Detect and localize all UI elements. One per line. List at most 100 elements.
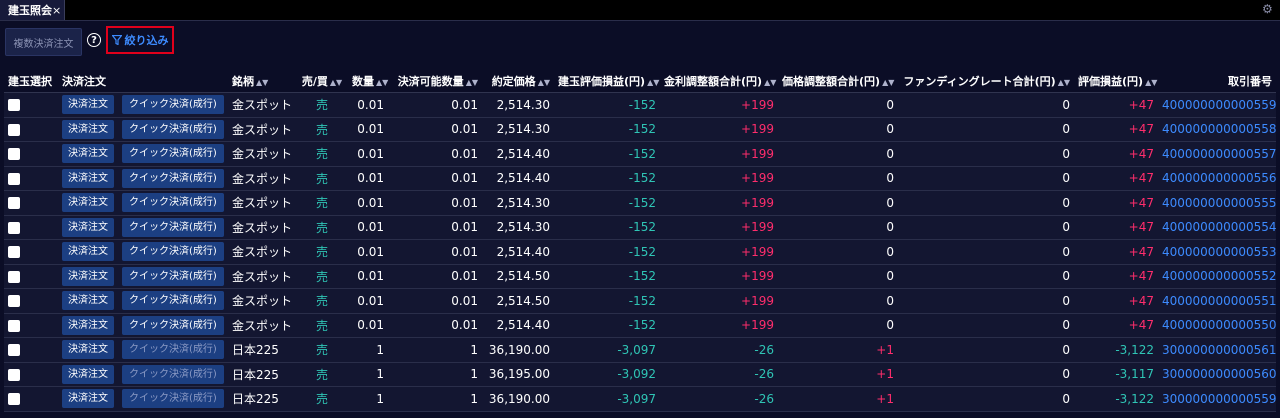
positions-table: 建玉選択 決済注文 銘柄 ▲▼ 売/買 ▲▼ 数量 ▲▼ 決済可能数量 ▲▼ 約定価格 ▲… xyxy=(4,70,1277,412)
interest-cell: +199 xyxy=(660,264,778,289)
trade-number-link[interactable]: 400000000000551 xyxy=(1158,288,1277,314)
qty-cell: 0.01 xyxy=(348,264,388,289)
row-checkbox[interactable] xyxy=(8,221,20,234)
filter-button[interactable]: 絞り込み xyxy=(106,26,174,54)
trade-number-link[interactable]: 400000000000550 xyxy=(1158,313,1277,338)
total-pl-cell: +47 xyxy=(1074,190,1158,216)
quick-cell: クイック決済(成行) xyxy=(118,264,228,289)
settle-order-button[interactable]: 決済注文 xyxy=(62,389,114,409)
eval-pl-cell: -3,097 xyxy=(554,386,660,412)
col-eval-pl[interactable]: 建玉評価損益(円) ▲▼ xyxy=(554,70,660,93)
settle-order-button[interactable]: 決済注文 xyxy=(62,119,114,139)
price-cell: 2,514.50 xyxy=(482,288,554,314)
settle-order-button[interactable]: 決済注文 xyxy=(62,95,114,115)
col-funding[interactable]: ファンディングレート合計(円) ▲▼ xyxy=(898,70,1074,93)
row-checkbox[interactable] xyxy=(8,344,20,357)
col-interest[interactable]: 金利調整額合計(円) ▲▼ xyxy=(660,70,778,93)
side-cell: 売 xyxy=(296,239,348,265)
quick-settle-button[interactable]: クイック決済(成行) xyxy=(122,315,224,335)
funding-cell: 0 xyxy=(898,215,1074,240)
quick-settle-button[interactable]: クイック決済(成行) xyxy=(122,340,224,360)
price-adj-cell: 0 xyxy=(778,288,898,314)
row-select-cell xyxy=(4,239,58,265)
help-icon[interactable]: ? xyxy=(87,33,101,47)
settle-order-button[interactable]: 決済注文 xyxy=(62,266,114,286)
settle-order-button[interactable]: 決済注文 xyxy=(62,242,114,262)
row-select-cell xyxy=(4,386,58,412)
settle-cell: 決済注文 xyxy=(58,239,118,265)
trade-number-link[interactable]: 300000000000561 xyxy=(1158,337,1277,363)
quick-settle-button[interactable]: クイック決済(成行) xyxy=(122,291,224,311)
quick-settle-button[interactable]: クイック決済(成行) xyxy=(122,217,224,237)
col-price-adj[interactable]: 価格調整額合計(円) ▲▼ xyxy=(778,70,898,93)
table-row: 決済注文 クイック決済(成行) 日本225 売 1 1 36,190.00 -3… xyxy=(4,337,1277,363)
trade-number-link[interactable]: 300000000000560 xyxy=(1158,362,1277,387)
price-adj-cell: 0 xyxy=(778,313,898,338)
trade-number-link[interactable]: 400000000000553 xyxy=(1158,239,1277,265)
col-symbol[interactable]: 銘柄 ▲▼ xyxy=(228,70,296,93)
trade-number-link[interactable]: 400000000000556 xyxy=(1158,166,1277,191)
trade-number-link[interactable]: 400000000000555 xyxy=(1158,190,1277,216)
quick-cell: クイック決済(成行) xyxy=(118,288,228,314)
row-checkbox[interactable] xyxy=(8,197,20,210)
table-row: 決済注文 クイック決済(成行) 金スポット 売 0.01 0.01 2,514.… xyxy=(4,215,1277,240)
gear-icon[interactable]: ⚙ xyxy=(1262,2,1276,16)
quick-settle-button[interactable]: クイック決済(成行) xyxy=(122,266,224,286)
settle-order-button[interactable]: 決済注文 xyxy=(62,144,114,164)
col-side[interactable]: 売/買 ▲▼ xyxy=(296,70,348,93)
row-checkbox[interactable] xyxy=(8,123,20,136)
sort-icon: ▲▼ xyxy=(882,78,895,87)
settle-order-button[interactable]: 決済注文 xyxy=(62,340,114,360)
col-qty[interactable]: 数量 ▲▼ xyxy=(348,70,388,93)
qty-cell: 1 xyxy=(348,362,388,387)
quick-settle-button[interactable]: クイック決済(成行) xyxy=(122,119,224,139)
col-price[interactable]: 約定価格 ▲▼ xyxy=(482,70,554,93)
quick-settle-button[interactable]: クイック決済(成行) xyxy=(122,193,224,213)
trade-number-link[interactable]: 400000000000552 xyxy=(1158,264,1277,289)
symbol-cell: 日本225 xyxy=(228,386,296,412)
row-checkbox[interactable] xyxy=(8,246,20,259)
settle-order-button[interactable]: 決済注文 xyxy=(62,364,114,384)
quick-settle-button[interactable]: クイック決済(成行) xyxy=(122,95,224,115)
row-checkbox[interactable] xyxy=(8,99,20,112)
close-icon[interactable]: × xyxy=(52,4,61,17)
col-avail[interactable]: 決済可能数量 ▲▼ xyxy=(388,70,482,93)
quick-settle-button[interactable]: クイック決済(成行) xyxy=(122,364,224,384)
price-cell: 2,514.30 xyxy=(482,117,554,142)
sort-icon: ▲▼ xyxy=(256,78,269,87)
trade-number-link[interactable]: 400000000000558 xyxy=(1158,117,1277,142)
trade-number-link[interactable]: 400000000000559 xyxy=(1158,92,1277,118)
quick-settle-button[interactable]: クイック決済(成行) xyxy=(122,389,224,409)
price-adj-cell: 0 xyxy=(778,264,898,289)
multi-settle-button[interactable]: 複数決済注文 xyxy=(5,28,82,56)
funding-cell: 0 xyxy=(898,239,1074,265)
tab-position-inquiry[interactable]: 建玉照会 × xyxy=(0,0,65,20)
total-pl-cell: -3,122 xyxy=(1074,386,1158,412)
row-checkbox[interactable] xyxy=(8,368,20,381)
qty-cell: 0.01 xyxy=(348,313,388,338)
quick-cell: クイック決済(成行) xyxy=(118,386,228,412)
quick-settle-button[interactable]: クイック決済(成行) xyxy=(122,168,224,188)
settle-order-button[interactable]: 決済注文 xyxy=(62,315,114,335)
row-checkbox[interactable] xyxy=(8,148,20,161)
settle-order-button[interactable]: 決済注文 xyxy=(62,291,114,311)
trade-number-link[interactable]: 400000000000557 xyxy=(1158,141,1277,167)
row-checkbox[interactable] xyxy=(8,295,20,308)
col-total-pl[interactable]: 評価損益(円) ▲▼ xyxy=(1074,70,1158,93)
row-checkbox[interactable] xyxy=(8,270,20,283)
trade-number-link[interactable]: 400000000000554 xyxy=(1158,215,1277,240)
quick-settle-button[interactable]: クイック決済(成行) xyxy=(122,242,224,262)
trade-number-link[interactable]: 300000000000559 xyxy=(1158,386,1277,412)
qty-cell: 0.01 xyxy=(348,141,388,167)
quick-settle-button[interactable]: クイック決済(成行) xyxy=(122,144,224,164)
row-checkbox[interactable] xyxy=(8,319,20,332)
row-checkbox[interactable] xyxy=(8,393,20,406)
settle-order-button[interactable]: 決済注文 xyxy=(62,217,114,237)
settle-order-button[interactable]: 決済注文 xyxy=(62,168,114,188)
row-checkbox[interactable] xyxy=(8,172,20,185)
row-select-cell xyxy=(4,166,58,191)
funding-cell: 0 xyxy=(898,362,1074,387)
symbol-cell: 金スポット xyxy=(228,313,296,338)
sort-icon: ▲▼ xyxy=(465,78,478,87)
settle-order-button[interactable]: 決済注文 xyxy=(62,193,114,213)
